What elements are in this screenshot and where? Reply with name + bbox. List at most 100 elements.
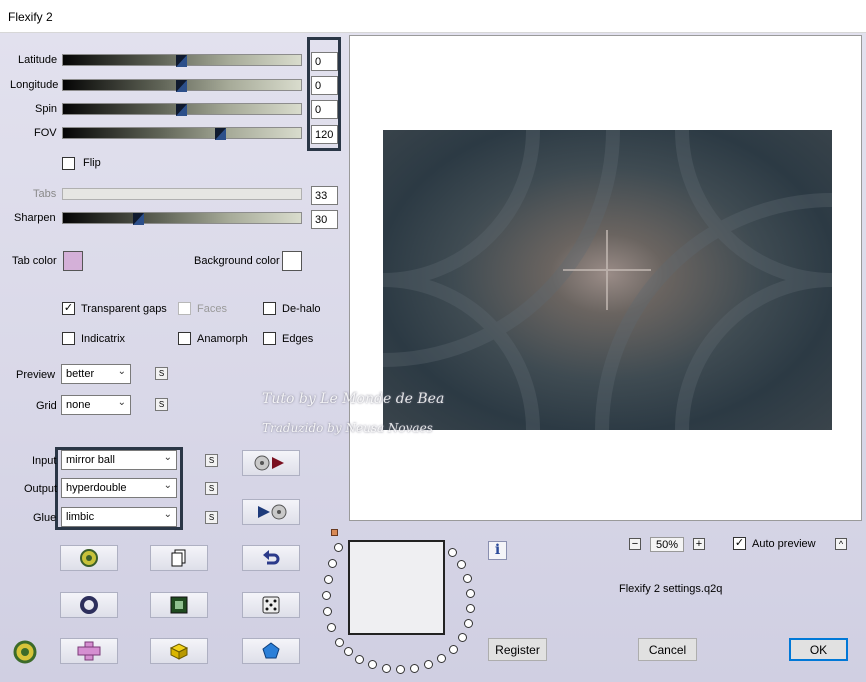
preset-dot[interactable] <box>344 647 353 656</box>
chevron-down-icon: ⌄ <box>163 480 172 491</box>
latitude-slider[interactable] <box>62 53 302 67</box>
transparent-gaps-checkbox[interactable]: ✓ <box>62 302 75 315</box>
output-to-input-button[interactable] <box>242 499 300 525</box>
preview-image <box>383 130 832 430</box>
anamorph-checkbox[interactable] <box>178 332 191 345</box>
preset-dot[interactable] <box>335 638 344 647</box>
spin-slider-thumb[interactable] <box>176 102 187 116</box>
preset-dot[interactable] <box>424 660 433 669</box>
tab-color-swatch[interactable] <box>63 251 83 271</box>
de-halo-checkbox[interactable] <box>263 302 276 315</box>
preview-quality-select[interactable]: better ⌄ <box>61 364 131 384</box>
ok-button[interactable]: OK <box>789 638 848 661</box>
tabs-value[interactable]: 33 <box>311 186 338 205</box>
preset-dot[interactable] <box>328 559 337 568</box>
longitude-slider-thumb[interactable] <box>176 78 187 92</box>
spin-slider[interactable] <box>62 102 302 116</box>
latitude-slider-thumb[interactable] <box>176 53 187 67</box>
info-button[interactable]: i <box>488 541 507 560</box>
background-color-swatch[interactable] <box>282 251 302 271</box>
chevron-down-icon: ⌄ <box>163 452 172 463</box>
sharpen-slider[interactable] <box>62 211 302 225</box>
longitude-slider[interactable] <box>62 78 302 92</box>
longitude-value[interactable]: 0 <box>311 76 338 95</box>
preset-dot[interactable] <box>448 548 457 557</box>
spin-value[interactable]: 0 <box>311 100 338 119</box>
preset-thumbnail[interactable] <box>348 540 445 635</box>
fov-slider-thumb[interactable] <box>215 126 226 140</box>
copy-button[interactable] <box>150 545 208 571</box>
preset-dot[interactable] <box>334 543 343 552</box>
plus-shape-icon <box>77 641 101 661</box>
preset-dot[interactable] <box>464 619 473 628</box>
preset-dot[interactable] <box>449 645 458 654</box>
preset-dot[interactable] <box>458 633 467 642</box>
randomize-tool-button[interactable] <box>60 545 118 571</box>
indicatrix-checkbox[interactable] <box>62 332 75 345</box>
square-frame-button[interactable] <box>150 592 208 618</box>
output-label: Output <box>24 483 58 495</box>
preset-dot[interactable] <box>327 623 336 632</box>
preset-dot[interactable] <box>466 604 475 613</box>
preset-dot[interactable] <box>355 655 364 664</box>
collapse-button[interactable]: ^ <box>835 538 847 550</box>
auto-preview-checkbox[interactable]: ✓ <box>733 537 746 550</box>
tabs-label: Tabs <box>33 188 57 200</box>
glue-s-button[interactable]: S <box>205 511 218 524</box>
anamorph-label: Anamorph <box>197 333 248 345</box>
zoom-out-button[interactable]: − <box>629 538 641 550</box>
preview-panel[interactable] <box>349 35 862 521</box>
block-button[interactable] <box>150 638 208 664</box>
sharpen-label: Sharpen <box>14 212 56 224</box>
undo-button[interactable] <box>242 545 300 571</box>
glue-select[interactable]: limbic ⌄ <box>61 507 177 527</box>
pentagon-button[interactable] <box>242 638 300 664</box>
glue-label: Glue <box>33 512 57 524</box>
preset-dot[interactable] <box>323 607 332 616</box>
preset-dot[interactable] <box>322 591 331 600</box>
flip-checkbox[interactable] <box>62 157 75 170</box>
dialog-body: Latitude Longitude Spin FOV 0 0 0 120 Fl… <box>0 33 866 682</box>
fov-slider[interactable] <box>62 126 302 140</box>
output-s-button[interactable]: S <box>205 482 218 495</box>
preset-dot[interactable] <box>466 589 475 598</box>
window-title: Flexify 2 <box>8 10 53 24</box>
latitude-value[interactable]: 0 <box>311 52 338 71</box>
pentagon-icon <box>262 642 280 659</box>
preview-label: Preview <box>16 369 56 381</box>
input-s-button[interactable]: S <box>205 454 218 467</box>
grid-s-button[interactable]: S <box>155 398 168 411</box>
copy-icon <box>171 549 186 567</box>
zoom-in-button[interactable]: + <box>693 538 705 550</box>
preset-dot[interactable] <box>396 665 405 674</box>
preset-dot[interactable] <box>457 560 466 569</box>
globe-icon <box>80 549 98 567</box>
watermark-line2: Traduzido by Neusa Novaes <box>262 421 433 435</box>
cancel-button[interactable]: Cancel <box>638 638 697 661</box>
tabs-slider <box>62 188 302 200</box>
output-select[interactable]: hyperdouble ⌄ <box>61 478 177 498</box>
latitude-label: Latitude <box>18 54 58 66</box>
spin-label: Spin <box>35 103 58 115</box>
preset-dot[interactable] <box>463 574 472 583</box>
input-select[interactable]: mirror ball ⌄ <box>61 450 177 470</box>
random-dice-button[interactable] <box>242 592 300 618</box>
faces-label: Faces <box>197 303 227 315</box>
preview-pattern <box>383 130 832 430</box>
register-button[interactable]: Register <box>488 638 547 661</box>
sharpen-slider-thumb[interactable] <box>133 211 144 225</box>
ring-button[interactable] <box>60 592 118 618</box>
preview-s-button[interactable]: S <box>155 367 168 380</box>
grid-select[interactable]: none ⌄ <box>61 395 131 415</box>
preset-dot[interactable] <box>368 660 377 669</box>
fov-value[interactable]: 120 <box>311 125 338 144</box>
sharpen-value[interactable]: 30 <box>311 210 338 229</box>
mirror-ball-to-output-button[interactable] <box>242 450 300 476</box>
preset-dot[interactable] <box>324 575 333 584</box>
edges-checkbox[interactable] <box>263 332 276 345</box>
preset-dot[interactable] <box>437 654 446 663</box>
preset-dot[interactable] <box>410 664 419 673</box>
cross-button[interactable] <box>60 638 118 664</box>
chevron-down-icon: ⌄ <box>117 366 126 377</box>
preset-dot[interactable] <box>382 664 391 673</box>
